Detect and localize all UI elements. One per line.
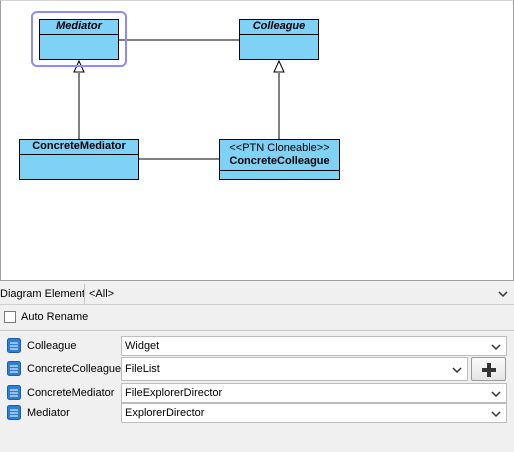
plus-icon <box>482 363 496 377</box>
property-row-concrete-mediator: ConcreteMediator FileExplorerDirector <box>0 383 514 403</box>
property-select-colleague[interactable]: Widget <box>121 336 507 356</box>
class-icon <box>7 338 21 353</box>
property-label: ConcreteColleague <box>27 363 122 375</box>
property-value: FileList <box>125 363 160 375</box>
diagram-element-row: Diagram Element <All> <box>0 283 514 305</box>
chevron-down-icon <box>452 367 462 374</box>
auto-rename-checkbox[interactable] <box>4 311 16 323</box>
property-value: Widget <box>125 340 160 352</box>
class-stereotype: <<PTN Cloneable>> <box>229 142 330 154</box>
class-icon <box>7 361 21 376</box>
pattern-properties-panel: Colleague Widget ConcreteColleague FileL… <box>0 330 514 452</box>
add-concrete-colleague-button[interactable] <box>471 357 506 381</box>
generalization-arrow-colleague <box>273 59 285 73</box>
class-concrete-colleague[interactable]: <<PTN Cloneable>> ConcreteColleague <box>219 139 340 180</box>
diagram-element-label: Diagram Element <box>0 288 85 300</box>
diagram-element-value: <All> <box>89 288 115 300</box>
class-name: Mediator <box>40 20 118 35</box>
property-row-colleague: Colleague Widget <box>0 336 514 356</box>
property-row-mediator: Mediator ExplorerDirector <box>0 403 514 423</box>
chevron-down-icon <box>491 411 501 418</box>
property-select-concrete-colleague[interactable]: FileList <box>121 357 468 381</box>
property-value: FileExplorerDirector <box>125 387 223 399</box>
auto-rename-label: Auto Rename <box>21 311 89 323</box>
property-row-concrete-colleague: ConcreteColleague FileList <box>0 357 514 381</box>
property-label: Mediator <box>27 407 70 419</box>
class-name: Colleague <box>240 20 318 35</box>
class-mediator[interactable]: Mediator <box>39 19 119 60</box>
property-select-mediator[interactable]: ExplorerDirector <box>121 403 507 423</box>
diagram-canvas[interactable]: Mediator Colleague ConcreteMediator <<PT… <box>0 0 514 281</box>
chevron-down-icon <box>491 344 501 351</box>
class-icon <box>7 405 21 420</box>
property-value: ExplorerDirector <box>125 407 205 419</box>
class-concrete-mediator[interactable]: ConcreteMediator <box>19 139 139 180</box>
class-name: ConcreteColleague <box>229 155 330 167</box>
chevron-down-icon <box>498 291 508 298</box>
diagram-element-select[interactable]: <All> <box>84 284 514 304</box>
property-label: ConcreteMediator <box>27 387 115 399</box>
class-name: ConcreteMediator <box>20 140 138 155</box>
class-header: <<PTN Cloneable>> ConcreteColleague <box>220 140 339 171</box>
property-select-concrete-mediator[interactable]: FileExplorerDirector <box>121 383 507 403</box>
class-colleague[interactable]: Colleague <box>239 19 319 60</box>
chevron-down-icon <box>491 391 501 398</box>
class-icon <box>7 385 21 400</box>
property-label: Colleague <box>27 340 77 352</box>
